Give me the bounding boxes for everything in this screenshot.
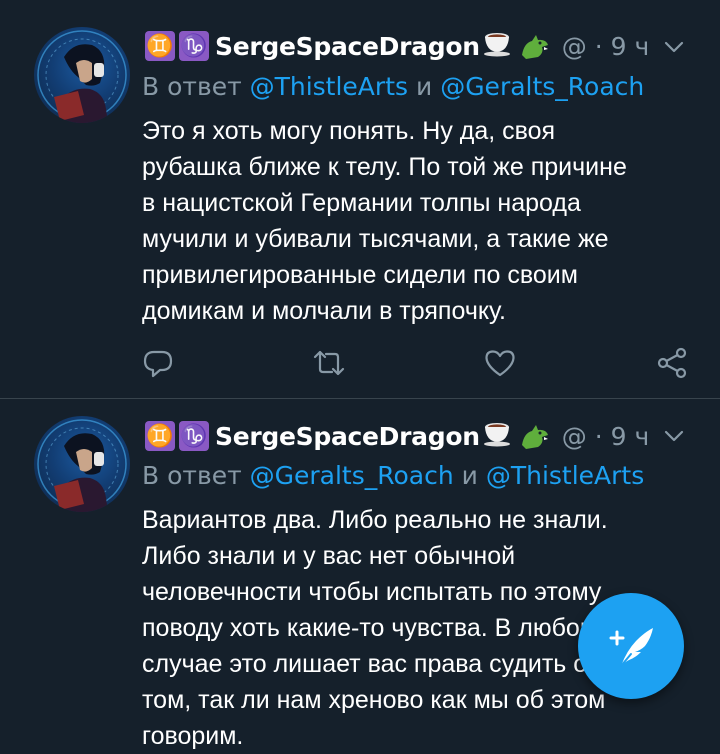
tweet[interactable]: ♊ ♑ SergeSpaceDragon @ · 9 ч В ответ @Th… bbox=[0, 0, 720, 398]
separator-dot: · bbox=[594, 31, 603, 61]
share-icon[interactable] bbox=[654, 345, 690, 381]
compose-tweet-button[interactable] bbox=[578, 593, 684, 699]
text-line: рубашка ближе к телу. По той же причине bbox=[142, 153, 627, 181]
reply-conjunction: и bbox=[461, 461, 478, 490]
text-line: привилегированные сидели по своим bbox=[142, 261, 578, 289]
coffee-cup-icon bbox=[482, 421, 512, 447]
chevron-down-icon[interactable] bbox=[660, 422, 688, 450]
mention-link[interactable]: @ThistleArts bbox=[250, 72, 408, 101]
display-name[interactable]: SergeSpaceDragon bbox=[215, 422, 480, 451]
display-name[interactable]: SergeSpaceDragon bbox=[215, 32, 480, 61]
text-line: говорим. bbox=[142, 722, 244, 750]
user-handle[interactable]: @ bbox=[562, 422, 587, 451]
gemini-badge: ♊ bbox=[145, 31, 175, 61]
timestamp[interactable]: 9 ч bbox=[611, 422, 650, 451]
timestamp[interactable]: 9 ч bbox=[611, 32, 650, 61]
compose-tweet-icon bbox=[609, 628, 653, 667]
separator-dot: · bbox=[594, 421, 603, 451]
reply-context: В ответ @ThistleArts и @Geralts_Roach bbox=[142, 72, 644, 101]
text-line: мучили и убивали тысячами, а такие же bbox=[142, 225, 609, 253]
text-line: Либо знали и у вас нет обычной bbox=[142, 542, 516, 570]
text-line: домикам и молчали в тряпочку. bbox=[142, 297, 507, 325]
capricorn-badge: ♑ bbox=[179, 421, 209, 451]
dragon-icon bbox=[518, 31, 550, 61]
reply-conjunction: и bbox=[415, 72, 433, 101]
mention-link[interactable]: @Geralts_Roach bbox=[250, 461, 454, 490]
coffee-cup-icon bbox=[482, 31, 512, 57]
capricorn-badge: ♑ bbox=[179, 31, 209, 61]
text-line: в нацистской Германии толпы народа bbox=[142, 189, 581, 217]
avatar[interactable] bbox=[34, 416, 130, 512]
tweet-header: ♊ ♑ SergeSpaceDragon @ · 9 ч bbox=[145, 418, 649, 454]
retweet-icon[interactable] bbox=[311, 345, 347, 381]
text-line: Вариантов два. Либо реально не знали. bbox=[142, 506, 608, 534]
tweet-actions bbox=[0, 345, 720, 381]
user-handle[interactable]: @ bbox=[562, 32, 587, 61]
reply-prefix: В ответ bbox=[142, 72, 242, 101]
mention-link[interactable]: @ThistleArts bbox=[486, 461, 644, 490]
like-icon[interactable] bbox=[482, 345, 518, 381]
avatar[interactable] bbox=[34, 27, 130, 123]
dragon-icon bbox=[518, 421, 550, 451]
chevron-down-icon[interactable] bbox=[660, 33, 688, 61]
tweet-text: Это я хоть могу понять. Ну да, своя руба… bbox=[142, 113, 702, 329]
reply-icon[interactable] bbox=[140, 345, 176, 381]
gemini-badge: ♊ bbox=[145, 421, 175, 451]
tweet-header: ♊ ♑ SergeSpaceDragon @ · 9 ч bbox=[145, 28, 649, 64]
text-line: Это я хоть могу понять. Ну да, своя bbox=[142, 117, 556, 145]
reply-context: В ответ @Geralts_Roach и @ThistleArts bbox=[142, 461, 644, 490]
reply-prefix: В ответ bbox=[142, 461, 242, 490]
mention-link[interactable]: @Geralts_Roach bbox=[440, 72, 644, 101]
